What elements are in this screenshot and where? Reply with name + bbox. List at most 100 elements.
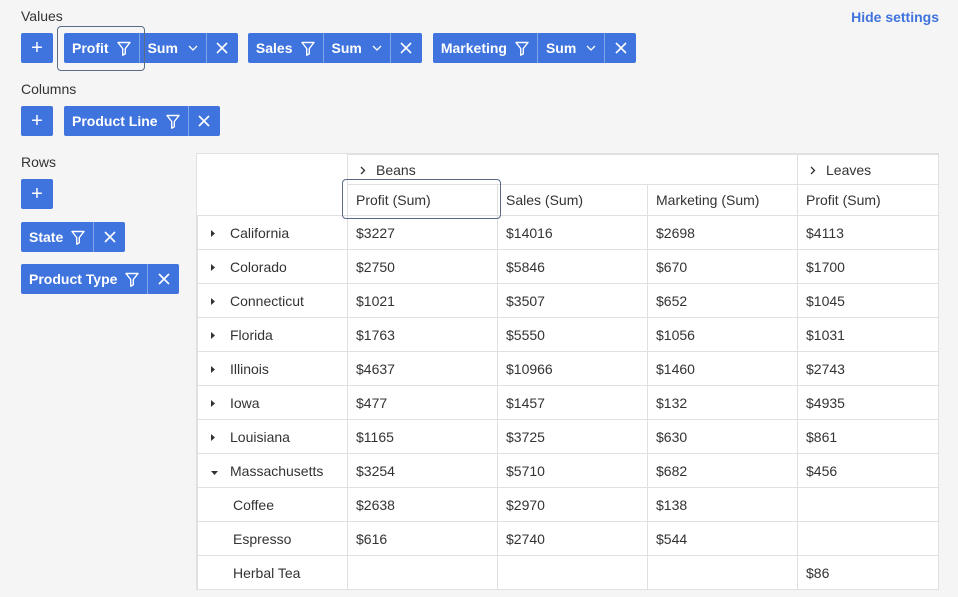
row-header[interactable]: Iowa <box>197 385 348 420</box>
column-chip-product-line[interactable]: Product Line <box>64 106 220 136</box>
column-header[interactable]: Profit (Sum) <box>347 184 498 216</box>
data-cell[interactable]: $14016 <box>497 215 648 250</box>
filter-icon[interactable] <box>116 41 131 56</box>
column-chip-name[interactable]: Product Line <box>64 106 188 136</box>
value-chip-marketing[interactable]: Marketing Sum <box>432 33 637 63</box>
data-cell[interactable]: $1021 <box>347 283 498 318</box>
data-cell[interactable]: $2970 <box>497 487 648 522</box>
data-cell[interactable]: $138 <box>646 487 799 522</box>
data-cell[interactable]: $456 <box>797 453 938 488</box>
row-header[interactable]: Florida <box>197 317 348 352</box>
remove-value-button[interactable] <box>604 33 636 63</box>
data-cell[interactable]: $544 <box>646 521 799 556</box>
row-header[interactable]: California <box>197 215 348 250</box>
chevron-right-icon[interactable] <box>360 166 366 175</box>
hide-settings-link[interactable]: Hide settings <box>851 9 939 25</box>
data-cell[interactable] <box>797 521 938 556</box>
value-chip-name[interactable]: Profit <box>64 33 139 63</box>
data-cell[interactable]: $1763 <box>347 317 498 352</box>
data-cell[interactable] <box>797 487 938 522</box>
add-value-button[interactable]: + <box>21 33 53 63</box>
value-chip-name[interactable]: Sales <box>248 33 323 63</box>
column-header[interactable]: Profit (Sum) <box>797 184 938 216</box>
data-cell[interactable]: $1700 <box>797 249 938 284</box>
data-cell[interactable]: $477 <box>347 385 498 420</box>
data-cell[interactable]: $10966 <box>497 351 648 386</box>
data-cell[interactable]: $616 <box>347 521 498 556</box>
filter-icon[interactable] <box>515 41 529 56</box>
data-cell[interactable]: $3725 <box>497 419 648 454</box>
collapsed-caret-icon[interactable] <box>210 361 230 377</box>
collapsed-caret-icon[interactable] <box>210 259 230 275</box>
data-cell[interactable]: $861 <box>797 419 938 454</box>
row-header[interactable]: Louisiana <box>197 419 348 454</box>
add-row-button[interactable]: + <box>21 179 53 209</box>
data-cell[interactable] <box>497 555 648 589</box>
collapsed-caret-icon[interactable] <box>210 327 230 343</box>
data-cell[interactable]: $1045 <box>797 283 938 318</box>
data-cell[interactable]: $670 <box>646 249 799 284</box>
row-header[interactable]: Herbal Tea <box>197 555 348 589</box>
column-header[interactable]: Sales (Sum) <box>497 184 648 216</box>
column-header[interactable]: Marketing (Sum) <box>646 184 799 216</box>
data-cell[interactable]: $2750 <box>347 249 498 284</box>
add-column-button[interactable]: + <box>21 106 53 136</box>
data-cell[interactable]: $1460 <box>646 351 799 386</box>
column-group-header[interactable]: Beans <box>346 154 799 185</box>
data-cell[interactable]: $3254 <box>347 453 498 488</box>
row-header[interactable]: Espresso <box>197 521 348 556</box>
chevron-right-icon[interactable] <box>810 166 816 175</box>
row-header[interactable]: Coffee <box>197 487 348 522</box>
data-cell[interactable]: $2740 <box>497 521 648 556</box>
row-chip-name[interactable]: State <box>21 222 93 252</box>
value-chip-name[interactable]: Marketing <box>433 33 537 63</box>
remove-row-button[interactable] <box>93 222 125 252</box>
data-cell[interactable]: $1031 <box>797 317 938 352</box>
collapsed-caret-icon[interactable] <box>210 225 230 241</box>
data-cell[interactable]: $5846 <box>497 249 648 284</box>
data-cell[interactable]: $2698 <box>646 215 799 250</box>
expanded-caret-icon[interactable] <box>210 463 230 479</box>
data-cell[interactable]: $3507 <box>497 283 648 318</box>
remove-column-button[interactable] <box>187 106 220 136</box>
collapsed-caret-icon[interactable] <box>210 395 230 411</box>
column-group-header[interactable]: Leaves <box>797 154 938 185</box>
data-cell[interactable] <box>347 555 498 589</box>
data-cell[interactable]: $4935 <box>797 385 938 420</box>
aggregation-dropdown[interactable]: Sum <box>322 33 390 63</box>
data-cell[interactable]: $5710 <box>497 453 648 488</box>
data-cell[interactable]: $652 <box>646 283 799 318</box>
remove-value-button[interactable] <box>205 33 238 63</box>
aggregation-dropdown[interactable]: Sum <box>536 33 604 63</box>
filter-icon[interactable] <box>165 114 180 129</box>
collapsed-caret-icon[interactable] <box>210 293 230 309</box>
row-chip-name[interactable]: Product Type <box>21 264 147 294</box>
data-cell[interactable]: $4113 <box>797 215 938 250</box>
data-cell[interactable]: $86 <box>797 555 938 589</box>
data-cell[interactable]: $1457 <box>497 385 648 420</box>
data-cell[interactable]: $132 <box>646 385 799 420</box>
data-cell[interactable]: $2638 <box>347 487 498 522</box>
row-header[interactable]: Massachusetts <box>197 453 348 488</box>
filter-icon[interactable] <box>71 230 85 245</box>
data-cell[interactable]: $2743 <box>797 351 938 386</box>
data-cell[interactable] <box>646 555 799 589</box>
data-cell[interactable]: $3227 <box>347 215 498 250</box>
row-chip-state[interactable]: State <box>21 222 126 252</box>
data-cell[interactable]: $4637 <box>347 351 498 386</box>
data-cell[interactable]: $1165 <box>347 419 498 454</box>
filter-icon[interactable] <box>125 272 140 287</box>
remove-value-button[interactable] <box>389 33 422 63</box>
data-cell[interactable]: $682 <box>646 453 799 488</box>
row-header[interactable]: Illinois <box>197 351 348 386</box>
remove-row-button[interactable] <box>147 264 179 294</box>
row-header[interactable]: Colorado <box>197 249 348 284</box>
data-cell[interactable]: $5550 <box>497 317 648 352</box>
row-header[interactable]: Connecticut <box>197 283 348 318</box>
value-chip-profit[interactable]: Profit Sum <box>64 33 238 63</box>
collapsed-caret-icon[interactable] <box>210 429 230 445</box>
value-chip-sales[interactable]: Sales Sum <box>247 33 422 63</box>
data-cell[interactable]: $630 <box>646 419 799 454</box>
row-chip-product-type[interactable]: Product Type <box>21 264 180 294</box>
filter-icon[interactable] <box>300 41 315 56</box>
